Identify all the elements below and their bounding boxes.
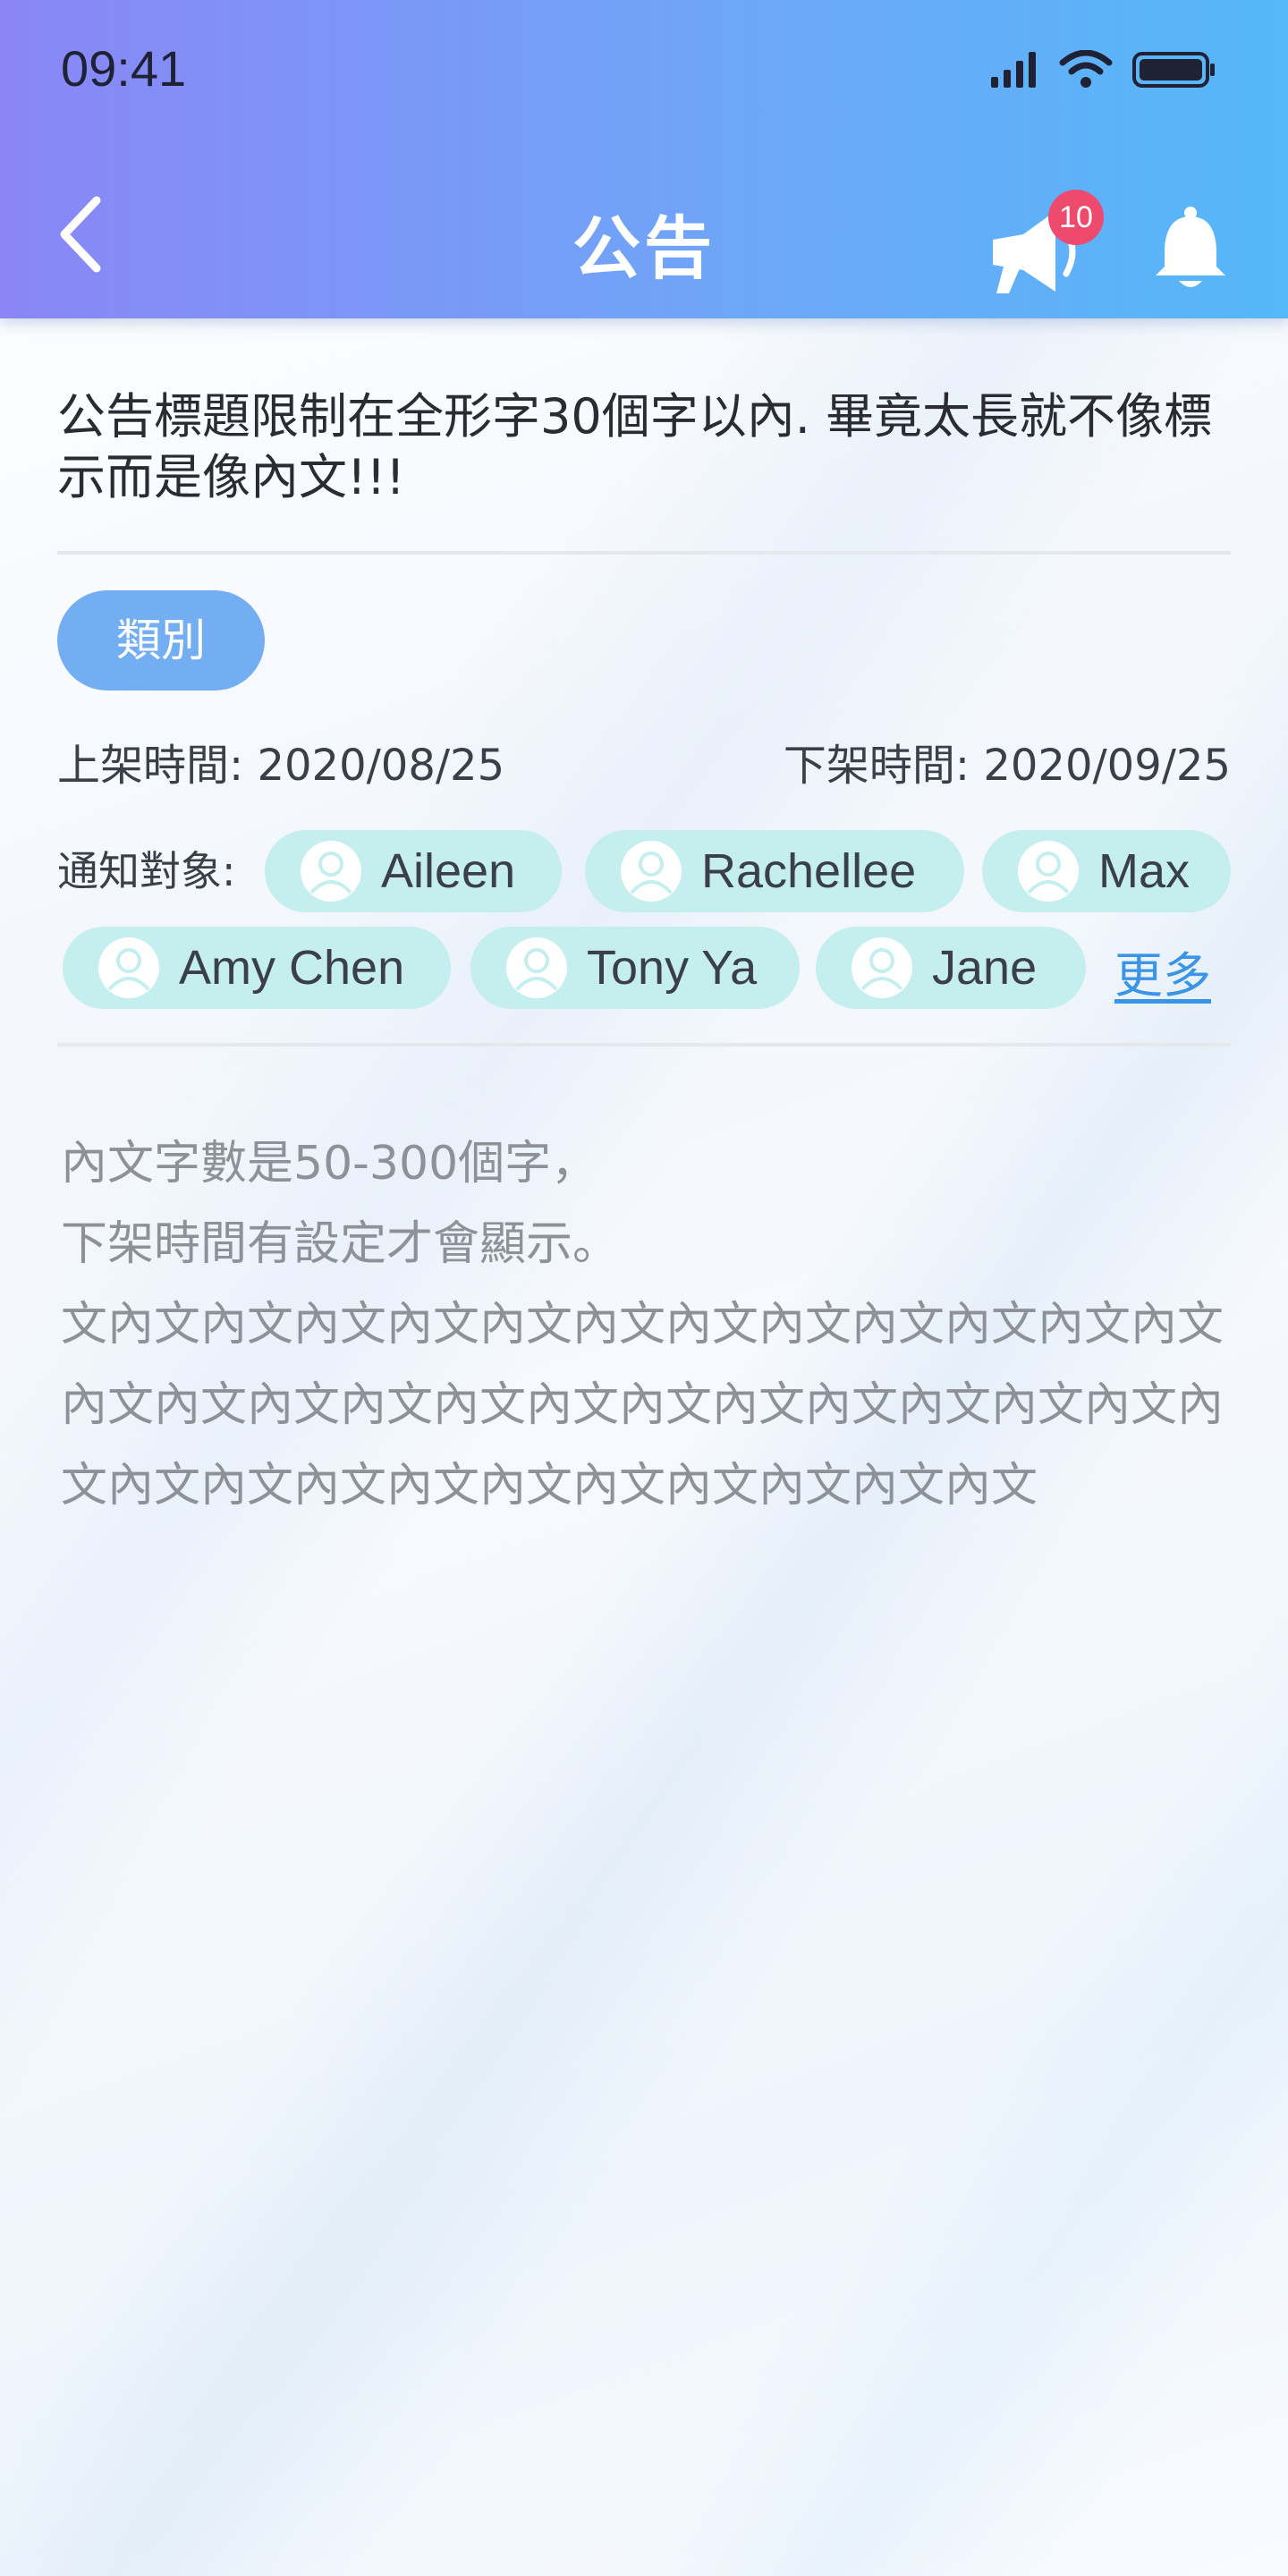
status-icons (989, 50, 1216, 89)
avatar-icon (506, 937, 567, 998)
body-line: 文內文內文內文內文內文內文內文內文內文內文內文內文內文內文內文內文內文內文內文內… (61, 1298, 1224, 1513)
recipient-name: Max (1098, 844, 1191, 898)
status-time: 09:41 (61, 40, 187, 97)
publish-label: 上架時間: (57, 741, 244, 791)
avatar-icon (1018, 841, 1079, 902)
body-line: 下架時間有設定才會顯示。 (61, 1217, 620, 1271)
recipients-section: 通知對象: Aileen Rachellee Max Amy Chen Tony… (57, 830, 1231, 1018)
bell-icon[interactable] (1150, 204, 1231, 293)
avatar-icon (98, 937, 159, 998)
recipient-name: Jane (932, 941, 1038, 995)
category-tag: 類別 (57, 590, 265, 691)
avatar-icon (301, 841, 361, 902)
recipient-chip[interactable]: Amy Chen (63, 927, 451, 1009)
recipient-chip[interactable]: Rachellee (585, 830, 964, 912)
publish-date: 上架時間: 2020/08/25 (57, 730, 504, 792)
recipient-chip[interactable]: Jane (816, 927, 1086, 1009)
unpublish-value: 2020/09/25 (983, 741, 1231, 791)
divider (57, 1043, 1231, 1046)
unpublish-label: 下架時間: (783, 741, 970, 791)
publish-value: 2020/08/25 (257, 741, 505, 791)
recipient-chip[interactable]: Aileen (265, 830, 562, 912)
announcement-body: 內文字數是50-300個字， 下架時間有設定才會顯示。 文內文內文內文內文內文內… (57, 1123, 1231, 1526)
avatar-icon (852, 937, 912, 998)
signal-icon (991, 52, 1036, 88)
recipient-name: Amy Chen (179, 941, 405, 995)
recipient-name: Rachellee (701, 844, 917, 898)
more-link[interactable]: 更多 (1114, 936, 1211, 1006)
recipient-name: Aileen (381, 844, 516, 898)
app-header: 09:41 公告 10 (0, 0, 1288, 318)
recipients-label: 通知對象: (57, 847, 236, 895)
body-line: 內文字數是50-300個字， (61, 1137, 598, 1191)
recipient-chip[interactable]: Max (982, 830, 1231, 912)
wifi-icon (1059, 50, 1113, 88)
announcement-content: 公告標題限制在全形字30個字以內. 畢竟太長就不像標示而是像內文!!! 類別 上… (57, 318, 1231, 1526)
battery-icon (1132, 52, 1215, 88)
unpublish-date: 下架時間: 2020/09/25 (784, 730, 1231, 792)
dates-row: 上架時間: 2020/08/25 下架時間: 2020/09/25 (57, 730, 1231, 792)
announcement-title: 公告標題限制在全形字30個字以內. 畢竟太長就不像標示而是像內文!!! (57, 388, 1213, 505)
avatar-icon (621, 841, 682, 902)
recipient-name: Tony Ya (587, 941, 758, 995)
divider (57, 551, 1231, 555)
recipient-chip[interactable]: Tony Ya (470, 927, 800, 1009)
notification-badge: 10 (1048, 190, 1104, 245)
